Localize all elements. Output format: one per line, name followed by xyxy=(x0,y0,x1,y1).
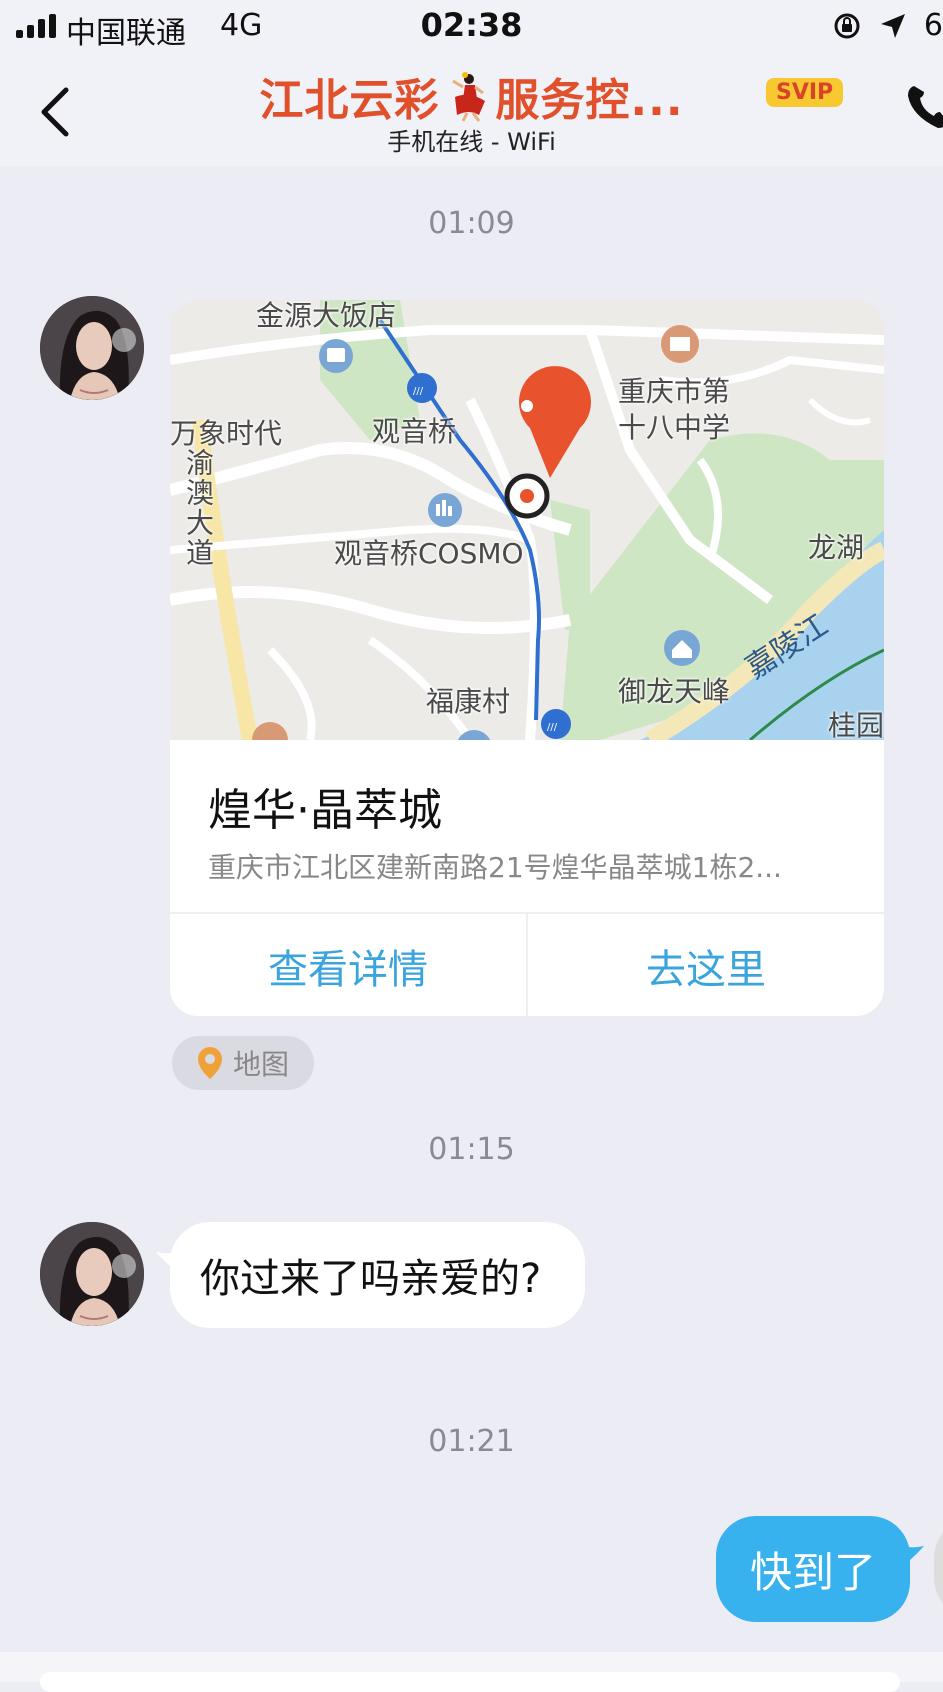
map-label: 观音桥COSMO xyxy=(334,537,524,570)
contact-avatar[interactable] xyxy=(40,296,144,400)
dancer-emoji-icon xyxy=(452,72,486,122)
location-pin-icon xyxy=(197,1047,222,1079)
battery-label: 6 xyxy=(923,8,943,43)
contact-name-part1: 江北云彩 xyxy=(259,75,440,126)
place-address: 重庆市江北区建新南路21号煌华晶萃城1栋2... xyxy=(208,851,782,884)
map-label: 观音桥 xyxy=(372,415,457,448)
status-bar: 中国联通 4G 02:38 6 xyxy=(0,0,943,56)
map-label: 重庆市第 xyxy=(618,375,731,408)
map-tag-label: 地图 xyxy=(232,1048,289,1081)
map-label: 桂园 xyxy=(828,709,884,740)
avatar-photo xyxy=(40,1222,144,1326)
message-timestamp: 01:15 xyxy=(428,1132,515,1167)
map-label: 龙湖 xyxy=(808,531,865,564)
navigate-button[interactable]: 去这里 xyxy=(528,914,884,1016)
chat-header: 江北云彩 服务控... SVIP 手机在线 - WiFi xyxy=(0,56,943,166)
map-label: 福康村 xyxy=(426,685,511,718)
outgoing-message-text: 快到了 xyxy=(749,1547,876,1597)
self-avatar[interactable] xyxy=(934,1518,943,1618)
bubble-tail xyxy=(156,1248,186,1278)
message-timestamp: 01:09 xyxy=(428,206,515,241)
incoming-message-bubble[interactable]: 你过来了吗亲爱的? xyxy=(156,1222,586,1328)
map-label: 金源大饭店 xyxy=(256,300,397,332)
contact-name-part2: 服务控... xyxy=(495,75,684,126)
map-label: 渝澳大道 xyxy=(182,448,215,568)
rotation-lock-icon xyxy=(834,13,860,38)
online-status: 手机在线 - WiFi xyxy=(387,128,556,156)
map-source-tag[interactable]: 地图 xyxy=(172,1036,314,1090)
place-name: 煌华·晶萃城 xyxy=(208,785,442,836)
map-label: 十八中学 xyxy=(618,411,731,444)
svg-text:///: /// xyxy=(413,386,424,397)
outgoing-message-bubble[interactable]: 快到了 xyxy=(716,1516,924,1622)
status-time: 02:38 xyxy=(420,6,523,44)
map-label: 御龙天峰 xyxy=(618,675,731,708)
bubble-tail xyxy=(894,1542,924,1572)
message-input[interactable] xyxy=(40,1672,900,1692)
svip-badge: SVIP xyxy=(766,78,844,107)
message-timestamp: 01:21 xyxy=(428,1424,515,1459)
view-details-button[interactable]: 查看详情 xyxy=(170,914,528,1016)
location-arrow-icon xyxy=(880,13,905,38)
incoming-message-text: 你过来了吗亲爱的? xyxy=(200,1256,542,1302)
contact-avatar[interactable] xyxy=(40,1222,144,1326)
map-label: 万象时代 xyxy=(170,417,283,450)
contact-name[interactable]: 江北云彩 服务控... xyxy=(259,64,683,128)
phone-icon[interactable] xyxy=(904,82,943,132)
location-card[interactable]: /// /// 金源大饭店 观音桥 万象时代 渝澳大道 观音桥COSMO 重庆市… xyxy=(170,300,884,1016)
svg-text:///: /// xyxy=(547,722,558,733)
map-thumbnail[interactable]: /// /// 金源大饭店 观音桥 万象时代 渝澳大道 观音桥COSMO 重庆市… xyxy=(170,300,884,740)
avatar-photo xyxy=(40,296,144,400)
location-actions: 查看详情 去这里 xyxy=(170,912,884,1016)
